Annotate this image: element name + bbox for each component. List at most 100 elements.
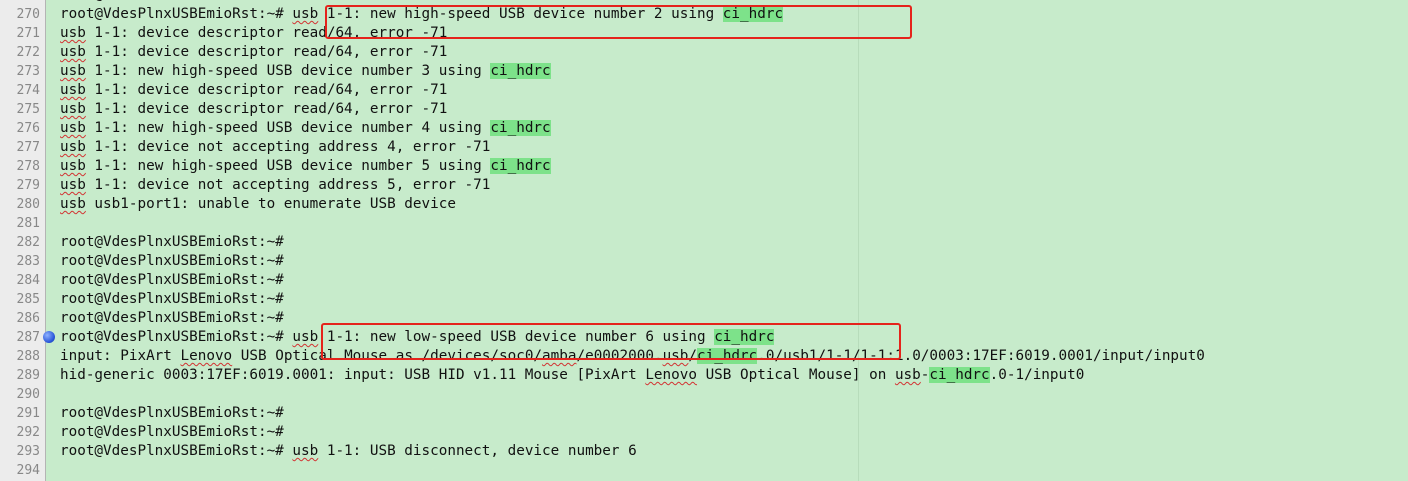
line-number: 282 (16, 235, 40, 250)
text-segment: .0-1/input0 (989, 367, 1085, 383)
text-segment: root@VdesPlnxUSBEmioRst:~# (60, 443, 293, 459)
text-segment: root@VdesPlnxUSBEmioRst:~# (60, 6, 293, 22)
search-highlight: ci_hdrc (929, 367, 990, 383)
line-number: 281 (16, 216, 40, 231)
log-line[interactable]: 284 root@VdesPlnxUSBEmioRst:~# (0, 271, 1408, 290)
line-number: 292 (16, 425, 40, 440)
spellcheck-word: usb (60, 196, 86, 212)
text-segment: root@VdesPlnxUSBEmioRst:~# (60, 0, 284, 3)
line-number: 270 (16, 7, 40, 22)
line-number: 293 (16, 444, 40, 459)
spellcheck-word: usb (60, 25, 86, 41)
line-number: 284 (16, 273, 40, 288)
spellcheck-word: usb (60, 44, 86, 60)
line-text: usb 1-1: device descriptor read/64, erro… (60, 43, 447, 62)
line-text: root@VdesPlnxUSBEmioRst:~# (60, 252, 284, 271)
spellcheck-word: Lenovo (180, 348, 233, 364)
search-highlight: ci_hdrc (490, 63, 551, 79)
line-number: 273 (16, 64, 40, 79)
log-line[interactable]: 290 (0, 385, 1408, 404)
spellcheck-word: usb (292, 6, 319, 22)
log-line[interactable]: 280 usb usb1-port1: unable to enumerate U… (0, 195, 1408, 214)
spellcheck-word: usb (60, 139, 86, 155)
line-number: 274 (16, 83, 40, 98)
text-segment: 1-1: device descriptor read/64, error -7… (85, 82, 448, 98)
spellcheck-word: usb (292, 329, 319, 345)
text-segment: hid-generic 0003:17EF:6019.0001: input: … (60, 367, 646, 383)
log-line[interactable]: 281 (0, 214, 1408, 233)
line-text: usb 1-1: new high-speed USB device numbe… (60, 62, 551, 81)
line-text: root@VdesPlnxUSBEmioRst:~# (60, 423, 284, 442)
line-number: 290 (16, 387, 40, 402)
log-line[interactable]: 289 hid-generic 0003:17EF:6019.0001: inpu… (0, 366, 1408, 385)
log-line[interactable]: 279 usb 1-1: device not accepting address… (0, 176, 1408, 195)
bookmark-icon[interactable] (43, 331, 55, 343)
line-number: 280 (16, 197, 40, 212)
log-lines[interactable]: 269root@VdesPlnxUSBEmioRst:~#270root@Vde… (0, 0, 1408, 480)
line-text: usb usb1-port1: unable to enumerate USB … (60, 195, 456, 214)
text-segment: root@VdesPlnxUSBEmioRst:~# (60, 405, 284, 421)
line-number: 272 (16, 45, 40, 60)
log-line[interactable]: 282 root@VdesPlnxUSBEmioRst:~# (0, 233, 1408, 252)
line-number: 271 (16, 26, 40, 41)
text-segment: root@VdesPlnxUSBEmioRst:~# (60, 272, 284, 288)
line-number: 279 (16, 178, 40, 193)
log-line[interactable]: 294 (0, 461, 1408, 480)
spellcheck-word: usb (60, 101, 86, 117)
text-segment: input: PixArt (60, 348, 181, 364)
text-segment: 1-1: new high-speed USB device number 3 … (85, 63, 491, 79)
log-line[interactable]: 291 root@VdesPlnxUSBEmioRst:~# (0, 404, 1408, 423)
line-text: root@VdesPlnxUSBEmioRst:~# (60, 404, 284, 423)
log-line[interactable]: 274 usb 1-1: device descriptor read/64, e… (0, 81, 1408, 100)
line-number: 275 (16, 102, 40, 117)
spellcheck-word: usb (60, 120, 86, 136)
line-number: 286 (16, 311, 40, 326)
text-segment: 1-1: device descriptor read/64, error -7… (85, 101, 448, 117)
line-text: hid-generic 0003:17EF:6019.0001: input: … (60, 366, 1084, 385)
text-segment: root@VdesPlnxUSBEmioRst:~# (60, 253, 284, 269)
text-segment: 1-1: new high-speed USB device number 5 … (85, 158, 491, 174)
line-number: 276 (16, 121, 40, 136)
spellcheck-word: Lenovo (645, 367, 697, 383)
log-line[interactable]: 276 usb 1-1: new high-speed USB device nu… (0, 119, 1408, 138)
spellcheck-word: usb (60, 158, 86, 174)
text-segment: root@VdesPlnxUSBEmioRst:~# (60, 234, 284, 250)
line-text: usb 1-1: device descriptor read/64, erro… (60, 81, 447, 100)
spellcheck-word: usb (894, 367, 921, 383)
log-line[interactable]: 272 usb 1-1: device descriptor read/64, e… (0, 43, 1408, 62)
log-line[interactable]: 285 root@VdesPlnxUSBEmioRst:~# (0, 290, 1408, 309)
text-segment: 1-1: new high-speed USB device number 4 … (85, 120, 491, 136)
annotation-box-line-287 (321, 323, 901, 360)
log-line[interactable]: 273 usb 1-1: new high-speed USB device nu… (0, 62, 1408, 81)
text-segment: root@VdesPlnxUSBEmioRst:~# (60, 424, 284, 440)
line-text: usb 1-1: device not accepting address 4,… (60, 138, 490, 157)
line-number: 277 (16, 140, 40, 155)
log-line[interactable]: 293 root@VdesPlnxUSBEmioRst:~# usb 1-1: U… (0, 442, 1408, 461)
line-number: 288 (16, 349, 40, 364)
spellcheck-word: usb (292, 443, 319, 459)
log-line[interactable]: 283 root@VdesPlnxUSBEmioRst:~# (0, 252, 1408, 271)
log-line[interactable]: 292 root@VdesPlnxUSBEmioRst:~# (0, 423, 1408, 442)
text-segment: 1-1: device not accepting address 5, err… (85, 177, 491, 193)
line-text: root@VdesPlnxUSBEmioRst:~# usb 1-1: USB … (60, 442, 637, 461)
text-segment: root@VdesPlnxUSBEmioRst:~# (60, 291, 284, 307)
spellcheck-word: usb (60, 177, 86, 193)
annotation-box-line-270 (325, 5, 912, 39)
spellcheck-word: usb (60, 63, 86, 79)
line-number: 287 (16, 330, 40, 345)
line-number: 285 (16, 292, 40, 307)
log-line[interactable]: 275 usb 1-1: device descriptor read/64, e… (0, 100, 1408, 119)
line-text: usb 1-1: new high-speed USB device numbe… (60, 157, 551, 176)
log-line[interactable]: 278 usb 1-1: new high-speed USB device nu… (0, 157, 1408, 176)
line-number: 291 (16, 406, 40, 421)
line-number: 289 (16, 368, 40, 383)
line-number: 294 (16, 463, 40, 478)
text-segment: 1-1: USB disconnect, device number 6 (318, 443, 637, 459)
spellcheck-word: usb (60, 82, 86, 98)
line-text: root@VdesPlnxUSBEmioRst:~# (60, 309, 284, 328)
line-text: root@VdesPlnxUSBEmioRst:~# (60, 290, 284, 309)
line-text: usb 1-1: device not accepting address 5,… (60, 176, 490, 195)
log-line[interactable]: 277 usb 1-1: device not accepting address… (0, 138, 1408, 157)
log-editor[interactable]: 269root@VdesPlnxUSBEmioRst:~#270root@Vde… (0, 0, 1408, 481)
text-segment: root@VdesPlnxUSBEmioRst:~# (60, 329, 293, 345)
